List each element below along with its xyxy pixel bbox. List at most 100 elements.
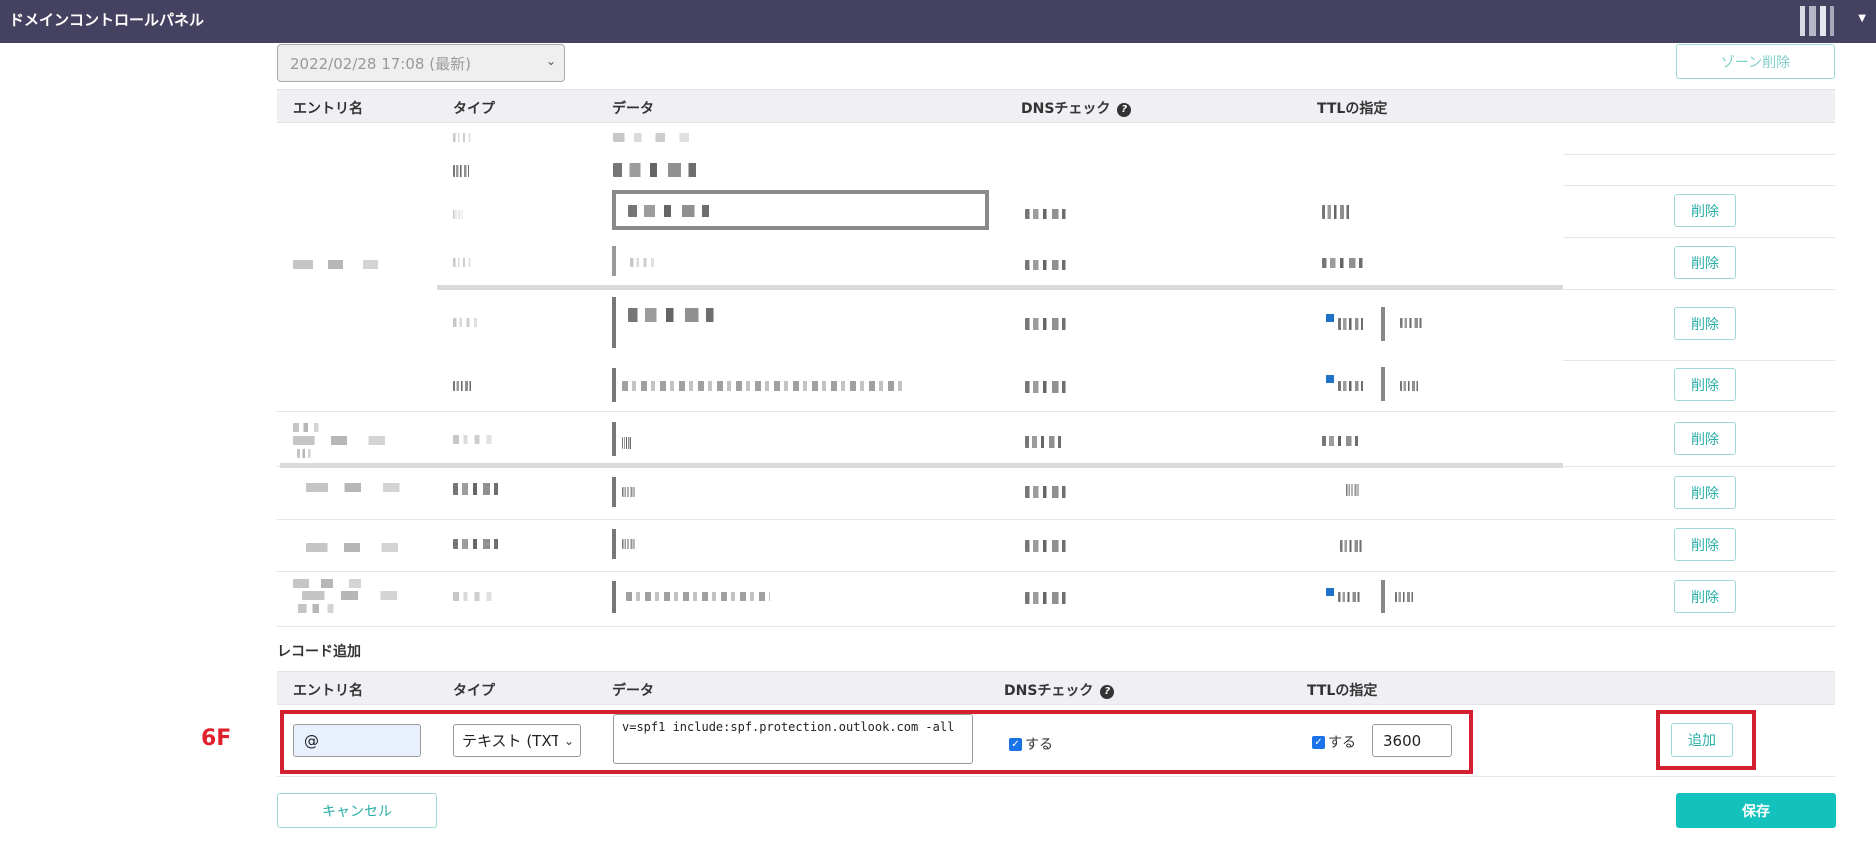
redacted-entry (293, 423, 323, 432)
data-bar (612, 581, 616, 613)
redacted-data (622, 437, 632, 449)
redacted-data (628, 205, 718, 217)
redacted-ttl (1400, 318, 1424, 328)
redacted-data (622, 487, 636, 497)
redacted-data (630, 258, 660, 267)
zone-delete-button[interactable]: ゾーン削除 (1676, 44, 1835, 79)
annotation-label: 6F (201, 726, 232, 751)
row-divider (1563, 237, 1835, 238)
row-divider (1563, 185, 1835, 186)
redacted-type (453, 592, 501, 601)
redacted-ttl (1346, 484, 1360, 496)
zone-version-select[interactable]: 2022/02/28 17:08 (最新) ⌄ (277, 44, 565, 82)
cancel-button[interactable]: キャンセル (277, 793, 437, 828)
header-entry: エントリ名 (293, 101, 363, 117)
redacted-entry (297, 449, 313, 458)
redacted-type (453, 381, 473, 391)
row-divider (277, 519, 1835, 520)
delete-button[interactable]: 削除 (1674, 528, 1736, 561)
data-bar (612, 368, 616, 402)
record-add-title: レコード追加 (277, 644, 361, 660)
delete-button[interactable]: 削除 (1674, 307, 1736, 340)
row-divider (1563, 360, 1835, 361)
redacted-dns (1025, 381, 1070, 393)
redacted-type (453, 210, 465, 219)
row-divider (277, 626, 1835, 627)
ttl-bar (1381, 367, 1385, 401)
group-separator (437, 285, 1563, 290)
redacted-type (453, 483, 503, 495)
delete-button[interactable]: 削除 (1674, 422, 1736, 455)
redacted-type (453, 539, 503, 549)
add-header-entry: エントリ名 (293, 683, 363, 699)
redacted-data (613, 133, 708, 142)
redacted-entry (293, 579, 373, 588)
row-divider (1563, 154, 1835, 155)
add-header-dns-check-label: DNSチェック (1004, 683, 1094, 699)
redacted-ttl (1322, 205, 1352, 219)
header-dns-check: DNSチェック ? (1021, 98, 1132, 118)
save-button[interactable]: 保存 (1676, 793, 1836, 828)
chevron-down-icon: ⌄ (563, 734, 574, 748)
header-type: タイプ (453, 101, 495, 117)
type-select[interactable]: テキスト (TXT) ⌄ (453, 724, 581, 757)
redacted-ttl (1395, 592, 1415, 602)
redacted-dns (1025, 486, 1070, 498)
type-select-value: テキスト (TXT) (462, 732, 558, 750)
ttl-checkbox[interactable]: ✓ する (1312, 732, 1356, 752)
row-divider (277, 571, 1835, 572)
redacted-ttl (1338, 318, 1366, 330)
dns-check-label: する (1025, 737, 1053, 753)
group-separator (280, 463, 1563, 468)
help-icon[interactable]: ? (1117, 103, 1132, 117)
top-bar: ドメインコントロールパネル ▼ (0, 0, 1876, 43)
redacted-type (453, 165, 471, 177)
redacted-ttl (1322, 436, 1362, 446)
data-bar (612, 246, 616, 276)
row-divider (1563, 289, 1835, 290)
add-record-header: エントリ名 タイプ データ DNSチェック ? TTLの指定 (277, 671, 1835, 705)
redacted-ttl-mark (1326, 314, 1334, 322)
entry-name-input[interactable]: @ (293, 724, 421, 757)
ttl-check-label: する (1328, 735, 1356, 751)
redacted-ttl (1338, 592, 1362, 602)
delete-button[interactable]: 削除 (1674, 368, 1736, 401)
redacted-data (626, 592, 770, 601)
redacted-data (613, 163, 705, 177)
redacted-data (622, 381, 902, 391)
add-header-data: データ (612, 683, 654, 699)
add-header-dns-check: DNSチェック ? (1004, 680, 1115, 700)
redacted-entry (302, 591, 414, 600)
redacted-entry (293, 260, 393, 269)
data-textarea[interactable]: v=spf1 include:spf.protection.outlook.co… (613, 714, 973, 764)
zone-version-value: 2022/02/28 17:08 (最新) (290, 55, 471, 73)
help-icon[interactable]: ? (1100, 685, 1115, 699)
dns-check-checkbox[interactable]: ✓ する (1009, 734, 1053, 754)
chevron-down-icon: ⌄ (545, 54, 556, 68)
redacted-dns (1025, 540, 1070, 552)
records-table-header: エントリ名 タイプ データ DNSチェック ? TTLの指定 (277, 89, 1835, 123)
redacted-type (453, 258, 475, 267)
delete-button[interactable]: 削除 (1674, 246, 1736, 279)
delete-button[interactable]: 削除 (1674, 476, 1736, 509)
user-avatar[interactable] (1800, 6, 1846, 36)
delete-button[interactable]: 削除 (1674, 580, 1736, 613)
ttl-bar (1381, 580, 1385, 613)
redacted-ttl-mark (1326, 375, 1334, 383)
add-header-type: タイプ (453, 683, 495, 699)
data-bar (612, 422, 616, 456)
redacted-dns (1025, 592, 1070, 604)
redacted-entry (306, 543, 414, 552)
ttl-bar (1381, 307, 1385, 341)
redacted-type (453, 435, 501, 444)
add-record-button[interactable]: 追加 (1671, 723, 1733, 757)
ttl-input[interactable]: 3600 (1372, 724, 1452, 757)
row-divider (277, 776, 1835, 777)
add-header-ttl: TTLの指定 (1307, 683, 1378, 699)
redacted-dns (1025, 318, 1070, 330)
checkbox-checked-icon: ✓ (1009, 737, 1022, 751)
redacted-dns (1025, 436, 1065, 448)
data-bar (612, 297, 616, 348)
delete-button[interactable]: 削除 (1674, 194, 1736, 227)
caret-down-icon[interactable]: ▼ (1858, 13, 1866, 24)
